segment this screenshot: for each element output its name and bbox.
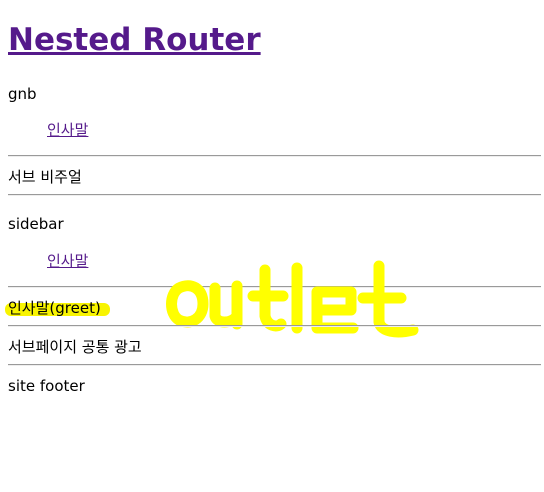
sub-visual-label: 서브 비주얼	[8, 168, 82, 186]
scribble-letter-t-2	[357, 260, 419, 338]
sub-ad-label: 서브페이지 공통 광고	[8, 338, 142, 356]
page: Nested Router gnb 인사말 서브 비주얼 sidebar 인사말…	[0, 0, 544, 492]
divider	[8, 194, 541, 196]
scribble-letter-u	[209, 280, 243, 330]
site-footer-label: site footer	[8, 377, 85, 395]
sidebar-label: sidebar	[8, 215, 64, 233]
outlet-annotation-scribble	[166, 260, 419, 338]
scribble-letter-e	[311, 286, 359, 334]
divider	[8, 364, 541, 366]
divider	[8, 155, 541, 157]
divider	[8, 325, 541, 327]
sidebar-greet-link[interactable]: 인사말	[47, 251, 88, 271]
scribble-letter-o	[166, 280, 209, 328]
gnb-greet-link[interactable]: 인사말	[47, 120, 88, 140]
scribble-letter-t	[247, 264, 289, 332]
gnb-label: gnb	[8, 85, 37, 103]
page-title: Nested Router	[8, 20, 261, 60]
home-link[interactable]: Nested Router	[8, 22, 261, 58]
outlet-content: 인사말(greet)	[8, 299, 101, 317]
